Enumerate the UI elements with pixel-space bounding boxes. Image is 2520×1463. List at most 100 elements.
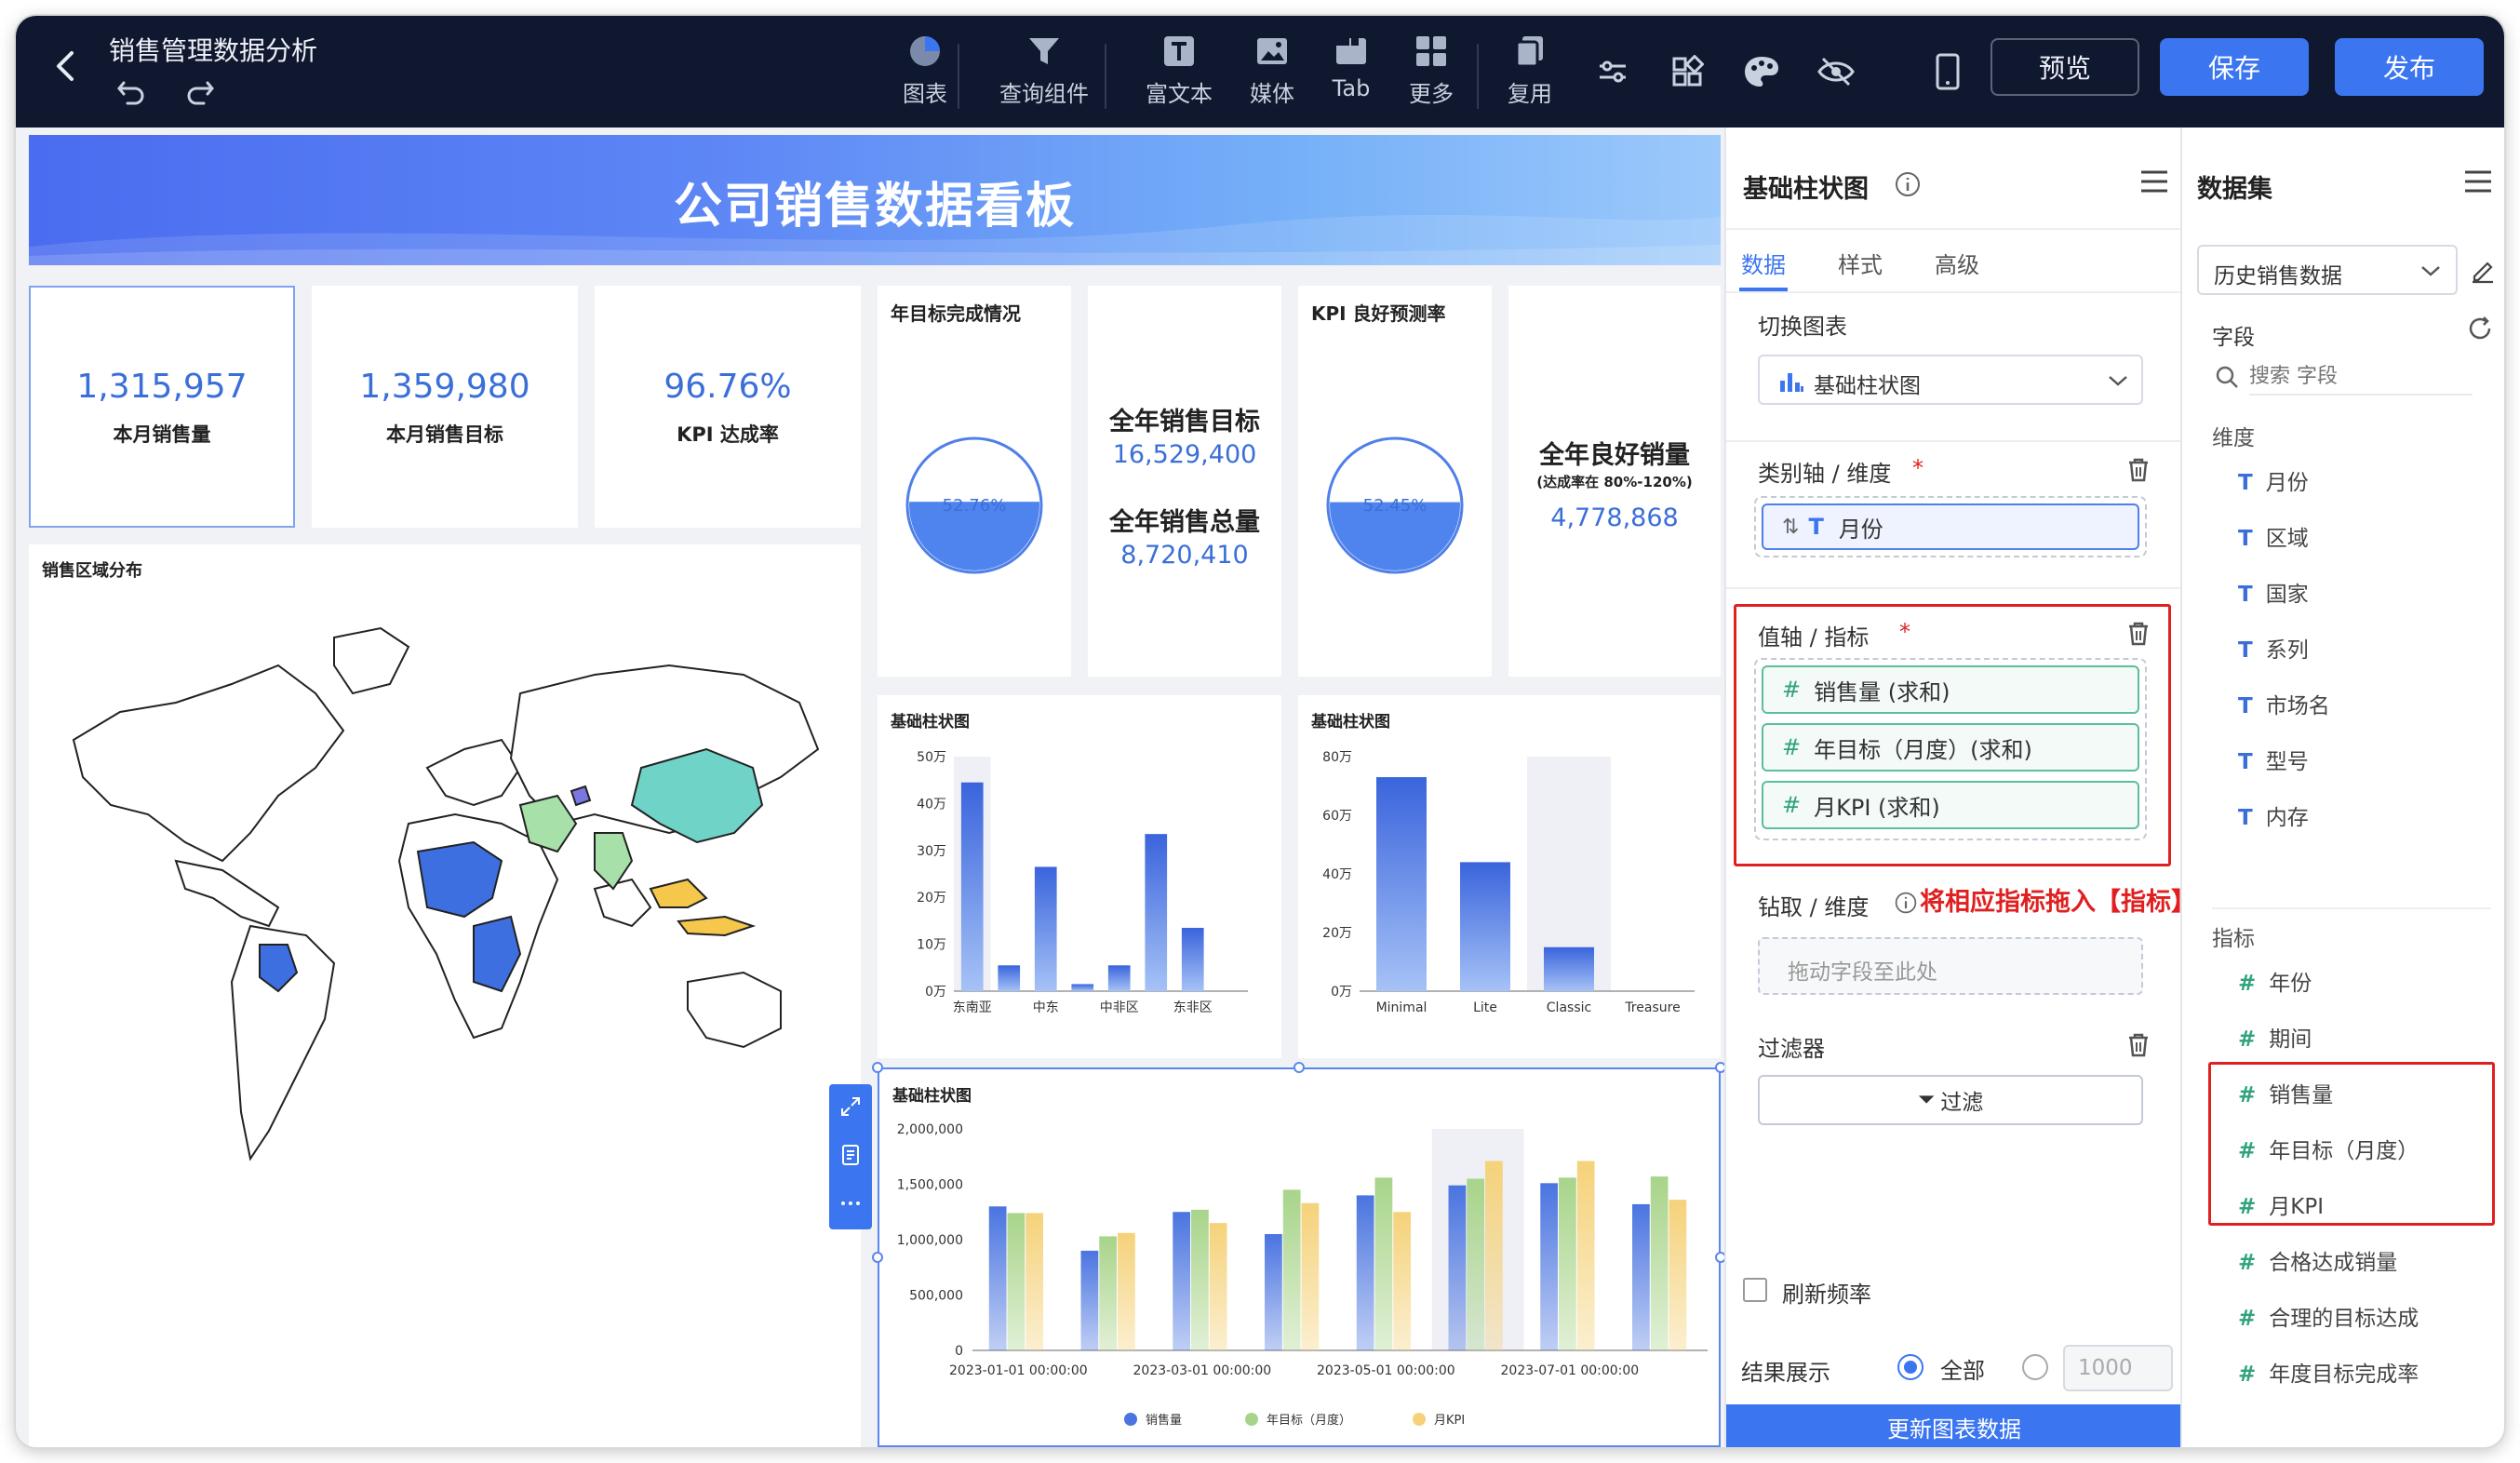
value-field-pill[interactable]: # 销售量 (求和) (1762, 665, 2139, 714)
theme-palette-icon[interactable] (1734, 44, 1789, 100)
gauge-card-kpi-forecast[interactable]: KPI 良好预测率 52.45% (1298, 286, 1492, 677)
card-title: 基础柱状图 (892, 1087, 972, 1106)
metric-field[interactable]: # 年目标（月度） (2238, 1133, 2419, 1164)
toolbar-reuse[interactable]: 复用 (1479, 33, 1581, 108)
expand-icon[interactable] (839, 1095, 862, 1118)
chart-type-select[interactable]: 基础柱状图 (1758, 355, 2143, 405)
metric-field[interactable]: # 销售量 (2238, 1077, 2333, 1108)
edit-pencil-icon[interactable] (2469, 256, 2497, 284)
toolbar-richtext[interactable]: 富文本 (1128, 33, 1230, 108)
map-region-purple[interactable] (570, 785, 592, 807)
hide-eye-icon[interactable] (1808, 44, 1864, 100)
resize-handle[interactable] (872, 1062, 883, 1073)
value-field-label: 月KPI (求和) (1814, 794, 1940, 821)
bar-chart-card-region[interactable]: 基础柱状图 0万 10万 20万 30万 40万 50万 东南亚 中东 中非区 东非区 (878, 695, 1281, 1058)
card-title: 年目标完成情况 (891, 302, 1021, 325)
metric-field[interactable]: # 年份 (2238, 965, 2312, 997)
metric-field[interactable]: # 月KPI (2238, 1188, 2324, 1220)
dimension-field[interactable]: T 系列 (2238, 632, 2309, 664)
resize-handle[interactable] (1294, 1062, 1305, 1073)
category-axis-label: 类别轴 / 维度 (1758, 461, 1892, 487)
kpi-card-month-target[interactable]: 1,359,980 本月销售目标 (312, 286, 578, 528)
banner-title: 公司销售数据看板 (673, 179, 1076, 235)
dimension-field[interactable]: T 型号 (2238, 744, 2309, 775)
dimension-field[interactable]: T 内存 (2238, 799, 2309, 831)
more-dots-icon[interactable] (839, 1192, 862, 1215)
annual-target-value: 16,529,400 (1112, 440, 1257, 469)
dimension-field[interactable]: T 市场名 (2238, 688, 2330, 719)
tab-advanced[interactable]: 高级 (1935, 247, 1979, 279)
resize-handle[interactable] (872, 1252, 883, 1263)
bar-target (1191, 1209, 1209, 1350)
map-region-southeast-asia[interactable] (649, 878, 708, 908)
filter-button[interactable]: ⏷ 过滤 (1758, 1075, 2143, 1125)
tab-style[interactable]: 样式 (1838, 247, 1883, 279)
bar-chart-model: 0万 20万 40万 60万 80万 Minimal Lite Classic Treasure (1322, 750, 1695, 1015)
result-limit-input[interactable]: 1000 (2063, 1345, 2173, 1391)
save-button[interactable]: 保存 (2160, 38, 2309, 96)
bar-chart-card-monthly[interactable]: 基础柱状图 0 500,000 1,000,000 1,500,000 2,000,00… (878, 1067, 1721, 1447)
bar-target (1559, 1177, 1576, 1350)
settings-sliders-icon[interactable] (1585, 44, 1641, 100)
y-tick-label: 0万 (1331, 985, 1352, 1000)
toolbar-query-label: 查询组件 (999, 81, 1089, 107)
fields-label: 字段 (2212, 326, 2255, 350)
undo-icon[interactable] (114, 74, 148, 107)
document-icon[interactable] (839, 1144, 862, 1166)
kpi-card-kpi-rate[interactable]: 96.76% KPI 达成率 (595, 286, 861, 528)
trash-icon[interactable] (2126, 1032, 2151, 1058)
info-icon[interactable] (1894, 891, 1918, 915)
back-icon[interactable] (47, 47, 85, 85)
field-label: 区域 (2265, 527, 2309, 551)
collapse-menu-icon[interactable] (2139, 168, 2169, 196)
metric-field[interactable]: # 期间 (2238, 1021, 2312, 1053)
result-all-radio[interactable] (1897, 1354, 1924, 1380)
refresh-checkbox[interactable] (1743, 1278, 1767, 1302)
metric-field[interactable]: # 合理的目标达成 (2238, 1300, 2419, 1332)
bar-sales (1080, 1250, 1099, 1350)
mobile-icon[interactable] (1920, 44, 1976, 100)
info-icon[interactable] (1894, 170, 1922, 198)
update-chart-button[interactable]: 更新图表数据 (1726, 1404, 2182, 1447)
card-title: 基础柱状图 (1311, 713, 1390, 732)
annual-totals-card[interactable]: 全年销售目标 16,529,400 全年销售总量 8,720,410 (1088, 286, 1281, 677)
bar-kpi (1576, 1161, 1595, 1350)
toolbar-query[interactable]: 查询组件 (993, 33, 1095, 108)
y-tick-label: 80万 (1322, 750, 1352, 765)
drill-drop-zone[interactable]: 拖动字段至此处 (1758, 937, 2143, 995)
category-field-pill[interactable]: ⇅ T 月份 (1762, 503, 2139, 550)
good-sales-card[interactable]: 全年良好销量 (达成率在 80%-120%) 4,778,868 (1508, 286, 1721, 677)
bar-chart-card-model[interactable]: 基础柱状图 0万 20万 40万 60万 80万 Minimal Lite Classic Tr… (1298, 695, 1721, 1058)
redo-icon[interactable] (183, 74, 217, 107)
dataset-select[interactable]: 历史销售数据 (2197, 245, 2458, 295)
bar-sales (1448, 1185, 1467, 1350)
collapse-menu-icon[interactable] (2463, 168, 2493, 196)
tab-data[interactable]: 数据 (1741, 247, 1786, 279)
trash-icon[interactable] (2126, 457, 2151, 483)
value-field-pill[interactable]: # 月KPI (求和) (1762, 781, 2139, 829)
result-limit-radio[interactable] (2022, 1354, 2048, 1380)
toolbar-chart[interactable]: 图表 (874, 33, 976, 108)
metric-field[interactable]: # 合格达成销量 (2238, 1244, 2397, 1276)
bar-sales (1356, 1195, 1374, 1350)
bar (1181, 927, 1204, 991)
publish-button[interactable]: 发布 (2335, 38, 2484, 96)
dimension-field[interactable]: T 区域 (2238, 520, 2309, 552)
dimension-field[interactable]: T 国家 (2238, 576, 2309, 608)
layout-icon[interactable] (1659, 44, 1715, 100)
kpi-card-month-sales[interactable]: 1,315,957 本月销售量 (29, 286, 295, 528)
trash-icon[interactable] (2126, 621, 2151, 647)
chart-type-value: 基础柱状图 (1814, 374, 1921, 398)
preview-button[interactable]: 预览 (1991, 38, 2139, 96)
field-search-input[interactable] (2249, 358, 2473, 396)
gauge-card-annual-target[interactable]: 年目标完成情况 52.76% (878, 286, 1071, 677)
sales-region-map-card[interactable]: 销售区域分布 (29, 544, 861, 1447)
map-region-indonesia[interactable] (677, 915, 757, 937)
metric-field[interactable]: # 年度目标完成率 (2238, 1356, 2419, 1388)
dimension-field[interactable]: T 月份 (2238, 464, 2309, 496)
toolbar-more[interactable]: 更多 (1380, 33, 1482, 108)
value-field-pill[interactable]: # 年目标（月度）(求和) (1762, 723, 2139, 772)
refresh-icon[interactable] (2467, 315, 2495, 343)
bar (1145, 834, 1168, 991)
number-type-icon: # (2238, 1139, 2257, 1163)
